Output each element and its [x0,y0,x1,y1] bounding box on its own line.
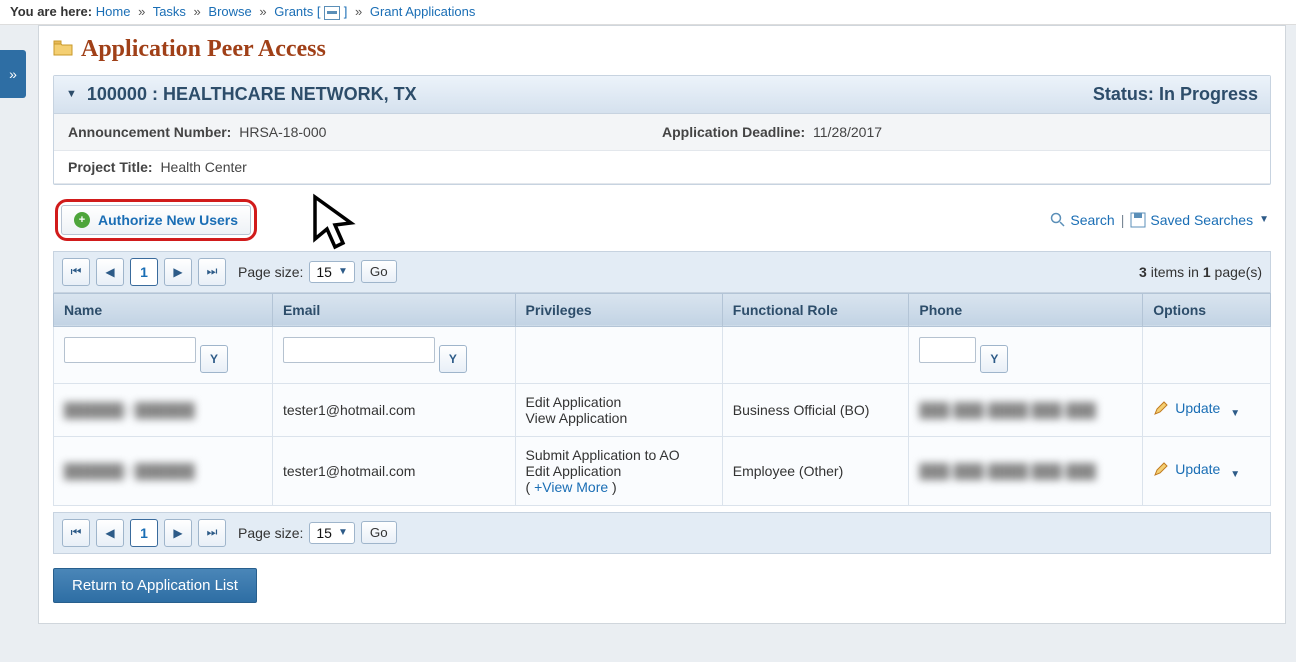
page-title-text: Application Peer Access [81,36,326,63]
col-phone[interactable]: Phone [909,293,1143,326]
filter-icon[interactable]: Y [980,345,1008,373]
pager-page-number: 1 [130,519,158,547]
save-icon [1130,212,1146,228]
col-role[interactable]: Functional Role [722,293,909,326]
chevron-down-icon: ▼ [338,527,348,538]
privilege-line: Edit Application [526,394,712,410]
pager-info: 3 items in 1 page(s) [1139,264,1262,280]
return-to-application-list-button[interactable]: Return to Application List [53,568,257,603]
privilege-line: Edit Application [526,463,712,479]
privilege-line: View Application [526,410,712,426]
application-deadline-value: 11/28/2017 [813,124,882,140]
page-title: Application Peer Access [53,36,1271,63]
pager-last-button[interactable]: ⏭ [198,519,226,547]
user-name-redacted: ██████ / ██████ [64,402,195,418]
name-filter-input[interactable] [64,337,196,363]
pager-go-button[interactable]: Go [361,260,397,283]
info-row: Announcement Number: HRSA-18-000 Applica… [54,114,1270,151]
email-filter-input[interactable] [283,337,435,363]
breadcrumb: You are here: Home » Tasks » Browse » Gr… [0,0,1296,25]
col-options[interactable]: Options [1143,293,1271,326]
panel-title: 100000 : HEALTHCARE NETWORK, TX [87,84,417,105]
update-link[interactable]: Update [1153,461,1220,477]
page-size-select[interactable]: 15 ▼ [309,261,354,283]
folder-icon [53,39,73,60]
chevron-down-icon[interactable]: ▼ [1230,408,1240,419]
user-email: tester1@hotmail.com [283,402,415,418]
breadcrumb-sep-icon: » [138,4,145,19]
update-link[interactable]: Update [1153,400,1220,416]
table-row: ██████ / ██████ tester1@hotmail.com Edit… [54,383,1271,436]
announcement-number-value: HRSA-18-000 [239,124,326,140]
breadcrumb-sep-icon: » [194,4,201,19]
authorize-new-users-label: Authorize New Users [98,212,238,228]
privilege-line: Submit Application to AO [526,447,712,463]
breadcrumb-sep-icon: » [355,4,362,19]
breadcrumb-grant-applications[interactable]: Grant Applications [370,4,476,19]
chevron-down-icon: ▼ [338,266,348,277]
project-title-value: Health Center [160,159,246,175]
pager-last-button[interactable]: ⏭ [198,258,226,286]
breadcrumb-tasks[interactable]: Tasks [153,4,186,19]
filter-icon[interactable]: Y [439,345,467,373]
pager-prev-button[interactable]: ◀ [96,258,124,286]
pager-prev-button[interactable]: ◀ [96,519,124,547]
col-name[interactable]: Name [54,293,273,326]
phone-filter-input[interactable] [919,337,976,363]
breadcrumb-grants[interactable]: Grants [ ] [274,4,347,19]
breadcrumb-sep-icon: » [259,4,266,19]
breadcrumb-browse[interactable]: Browse [208,4,251,19]
chevron-down-icon: ▼ [66,88,77,100]
pager-next-button[interactable]: ▶ [164,258,192,286]
grants-icon [324,6,340,20]
pencil-icon [1153,461,1169,477]
pager-page-number: 1 [130,258,158,286]
authorize-new-users-button[interactable]: + Authorize New Users [61,205,251,235]
pager-go-button[interactable]: Go [361,521,397,544]
search-icon [1050,212,1066,228]
chevron-down-icon[interactable]: ▼ [1259,214,1269,225]
table-row: ██████ / ██████ tester1@hotmail.com Subm… [54,436,1271,505]
panel-header[interactable]: ▼ 100000 : HEALTHCARE NETWORK, TX Status… [54,76,1270,114]
project-title-label: Project Title: [68,159,153,175]
col-privileges[interactable]: Privileges [515,293,722,326]
view-more-link[interactable]: +View More [534,479,608,495]
page-size-label: Page size: [238,264,303,280]
breadcrumb-home[interactable]: Home [96,4,131,19]
breadcrumb-prefix: You are here: [10,4,92,19]
users-table: Name Email Privileges Functional Role Ph… [53,293,1271,506]
announcement-number-label: Announcement Number: [68,124,231,140]
functional-role: Business Official (BO) [733,402,870,418]
saved-searches-link[interactable]: Saved Searches [1130,212,1253,228]
filter-icon[interactable]: Y [200,345,228,373]
pager-next-button[interactable]: ▶ [164,519,192,547]
col-email[interactable]: Email [272,293,515,326]
highlight-callout: + Authorize New Users [55,199,257,241]
user-email: tester1@hotmail.com [283,463,415,479]
page-size-select[interactable]: 15 ▼ [309,522,354,544]
sidebar-expand-button[interactable]: » [0,50,26,98]
search-link[interactable]: Search [1050,212,1114,228]
divider: | [1121,212,1125,228]
pencil-icon [1153,400,1169,416]
user-phone-redacted: ███-███-████ ███-███ [919,463,1096,479]
plus-icon: + [74,212,90,228]
pager-first-button[interactable]: ⏮ [62,519,90,547]
filter-row: Y Y Y [54,326,1271,383]
user-phone-redacted: ███-███-████ ███-███ [919,402,1096,418]
chevron-right-icon: » [9,66,17,82]
status-badge: Status: In Progress [1093,84,1258,105]
chevron-down-icon[interactable]: ▼ [1230,469,1240,480]
application-deadline-label: Application Deadline: [662,124,805,140]
page-size-label: Page size: [238,525,303,541]
cursor-icon [309,193,369,259]
functional-role: Employee (Other) [733,463,843,479]
info-row: Project Title: Health Center [54,151,1270,184]
pager-first-button[interactable]: ⏮ [62,258,90,286]
user-name-redacted: ██████ / ██████ [64,463,195,479]
